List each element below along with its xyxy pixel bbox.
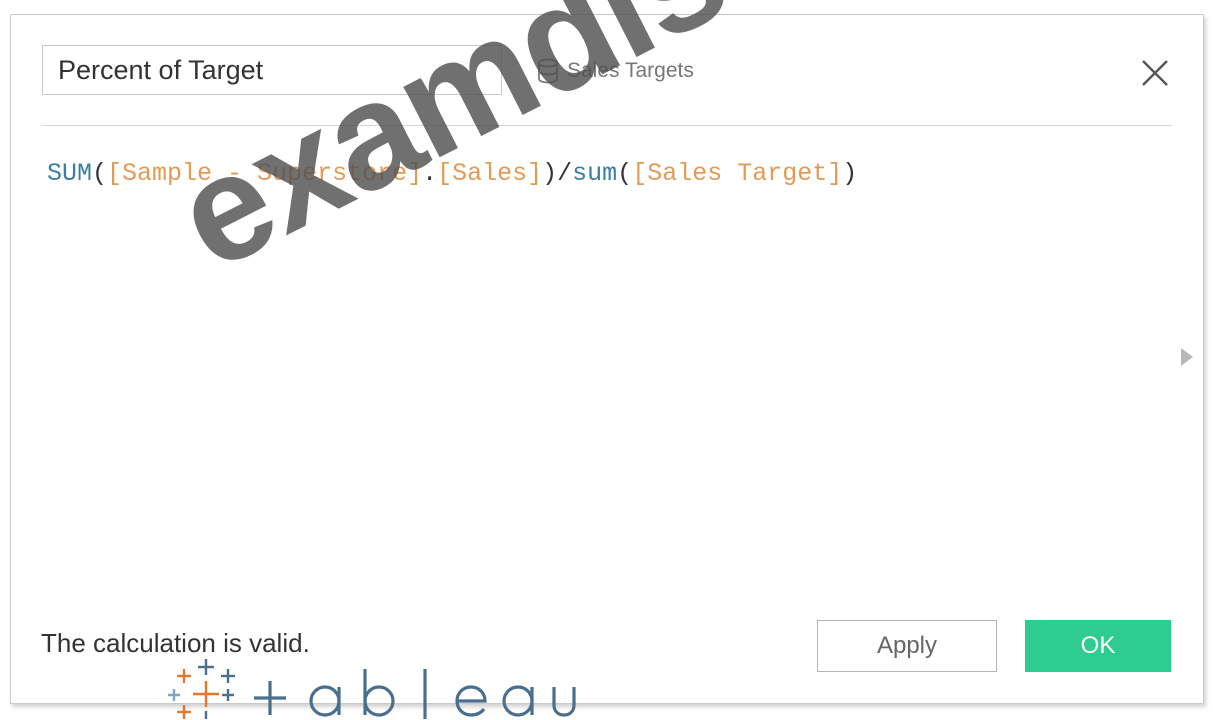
validation-status: The calculation is valid. [41,628,310,658]
ok-button[interactable]: OK [1025,620,1171,672]
formula-editor[interactable]: SUM([Sample - Superstore].[Sales])/sum([… [47,155,1137,575]
apply-button[interactable]: Apply [817,620,997,672]
formula-token-fn: SUM [47,159,93,188]
chevron-right-icon [1181,348,1193,366]
close-icon [1142,60,1168,86]
expand-panel-button[interactable] [1179,345,1195,369]
formula-token-punct: . [422,159,438,188]
database-icon [537,58,559,84]
formula-token-punct: ) [842,159,858,188]
header-divider [42,125,1172,126]
formula-token-punct: ( [92,159,108,188]
formula-token-fn: sum [572,159,618,188]
calculation-name-input[interactable] [42,45,502,95]
datasource-indicator: Sales Targets [537,55,694,87]
formula-token-field: [Sales] [437,159,543,188]
formula-token-field: [Sample - Superstore] [107,159,423,188]
formula-token-punct: )/ [542,159,573,188]
formula-token-punct: ( [617,159,633,188]
datasource-label: Sales Targets [567,59,694,82]
close-button[interactable] [1137,55,1173,91]
calculation-editor-dialog: Sales Targets SUM([Sample - Superstore].… [10,14,1204,704]
formula-token-field: [Sales Target] [632,159,843,188]
